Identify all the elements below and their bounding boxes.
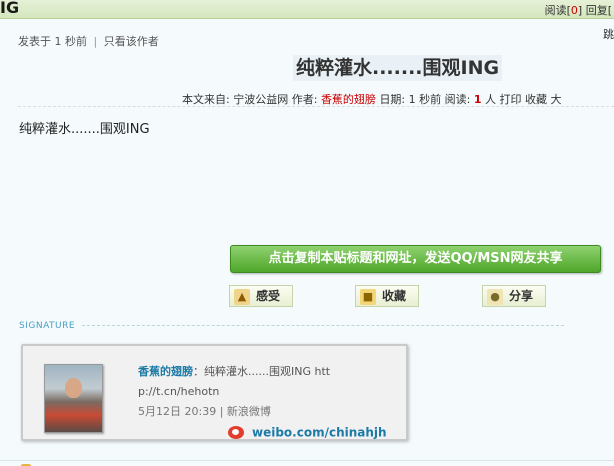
post-body: 纯粹灌水.......围观ING: [19, 122, 150, 137]
weibo-post: 香蕉的翅膀：纯粹灌水......围观ING htt p://t.cn/hehot…: [138, 365, 331, 398]
weibo-signature-card: 香蕉的翅膀：纯粹灌水......围观ING htt p://t.cn/hehot…: [21, 344, 408, 441]
posted-prefix: 发表于: [18, 35, 51, 48]
post-meta: 本文来自: 宁波公益网 作者: 香蕉的翅膀 日期: 1 秒前 阅读: 1 人 打…: [182, 93, 562, 106]
post-date: 1 秒前: [408, 93, 442, 106]
thumbs-up-icon: ▲: [234, 288, 250, 305]
share-button[interactable]: ● 分享: [482, 285, 546, 307]
author-link[interactable]: 香蕉的翅膀: [321, 93, 376, 106]
thread-title-fragment: IG: [0, 0, 20, 17]
copy-share-button[interactable]: 点击复制本贴标题和网址，发送QQ/MSN网友共享: [230, 245, 601, 273]
read-count: 1: [473, 93, 482, 106]
font-large-link[interactable]: 大: [551, 93, 562, 106]
feel-button[interactable]: ▲ 感受: [229, 285, 293, 307]
replies-label: 回复: [585, 4, 608, 17]
avatar-face: [65, 378, 82, 398]
weibo-time: 5月12日 20:39 | 新浪微博: [138, 405, 271, 418]
favorite-link[interactable]: 收藏: [525, 93, 547, 106]
source-name: 宁波公益网: [233, 93, 289, 106]
signature-divider: [82, 325, 564, 326]
folder-icon: ■: [360, 288, 376, 305]
print-link[interactable]: 打印: [500, 93, 522, 106]
weibo-user-name[interactable]: 香蕉的翅膀: [138, 365, 193, 378]
weibo-url[interactable]: weibo.com/chinahjh: [252, 426, 387, 440]
jump-link-fragment[interactable]: 跳: [603, 26, 614, 42]
views-label: 阅读: [544, 4, 567, 17]
avatar[interactable]: [44, 364, 103, 433]
collect-button[interactable]: ■ 收藏: [355, 285, 419, 307]
only-author-link[interactable]: 只看该作者: [104, 35, 159, 48]
post-container: 发表于 1 秒前 | 只看该作者 跳 纯粹灌水.......围观ING 本文来自…: [0, 20, 614, 466]
thread-stats: 阅读[0] 回复[: [544, 4, 612, 17]
weibo-logo-icon: [228, 426, 244, 439]
share-icon: ●: [487, 288, 503, 305]
bottom-divider: [0, 460, 614, 461]
divider: [18, 106, 614, 107]
thread-header-bar: IG 阅读[0] 回复[: [0, 0, 614, 19]
views-count: 0: [570, 4, 578, 17]
separator: |: [93, 35, 98, 48]
post-info: 发表于 1 秒前 | 只看该作者: [18, 33, 159, 49]
posted-time: 1 秒前: [54, 35, 88, 48]
post-title: 纯粹灌水.......围观ING: [293, 55, 503, 81]
signature-label: SIGNATURE: [19, 321, 76, 331]
weibo-profile-link[interactable]: weibo.com/chinahjh: [228, 425, 387, 440]
